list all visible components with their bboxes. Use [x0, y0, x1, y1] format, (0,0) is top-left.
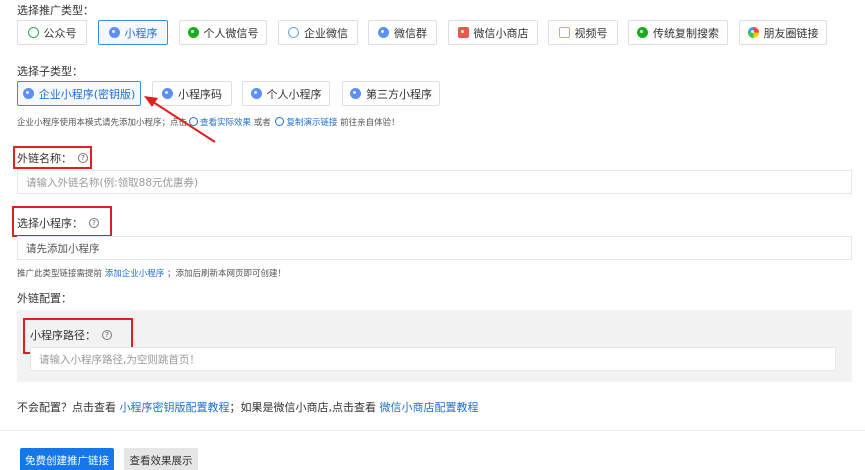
promo-type-label-text: 微信群	[394, 26, 427, 40]
link-config-panel	[17, 310, 852, 382]
channels-icon	[558, 27, 570, 38]
sub-type-thirdparty[interactable]: 第三方小程序	[342, 81, 440, 106]
sub-type-label: 选择子类型：	[17, 65, 83, 78]
view-effect-link[interactable]: 查看实际效果	[200, 118, 251, 128]
add-enterprise-miniprogram-link[interactable]: 添加企业小程序	[105, 269, 165, 279]
path-input[interactable]: 请输入小程序路径,为空则跳首页！	[30, 347, 836, 371]
wechat-icon	[187, 27, 199, 38]
promo-type-personal-wechat[interactable]: 个人微信号	[179, 20, 267, 45]
promo-type-moments[interactable]: 朋友圈链接	[739, 20, 827, 45]
promo-type-label-text: 传统复制搜索	[653, 26, 719, 40]
promo-type-label-text: 微信小商店	[473, 26, 529, 40]
link-config-label: 外链配置：	[17, 292, 72, 305]
promo-type-wechat-group[interactable]: 微信群	[368, 20, 437, 45]
miniprogram-icon	[162, 88, 173, 99]
sub-type-label-text: 个人小程序	[266, 87, 322, 101]
promo-type-work-wechat[interactable]: 企业微信	[278, 20, 358, 45]
cloud-icon	[27, 27, 39, 38]
sub-type-qrcode[interactable]: 小程序码	[152, 81, 232, 106]
promo-type-label-text: 小程序	[124, 26, 158, 40]
promo-type-wechat-shop[interactable]: 微信小商店	[448, 20, 538, 45]
sub-type-personal[interactable]: 个人小程序	[242, 81, 330, 106]
mini-program-hint: 推广此类型链接需提前 添加企业小程序 ；添加后刷新本网页即可创建！	[17, 269, 286, 279]
link-name-input[interactable]: 请输入外链名称(例:领取88元优惠券)	[17, 170, 852, 194]
link-icon	[275, 117, 285, 126]
shop-config-tutorial-link[interactable]: 微信小商店配置教程	[380, 401, 479, 414]
moments-icon	[747, 27, 759, 38]
miniprogram-icon	[250, 88, 262, 99]
work-wechat-icon	[288, 27, 299, 38]
promo-type-label-text: 个人微信号	[203, 26, 259, 40]
promo-type-label-text: 企业微信	[304, 26, 348, 40]
annotation-box-link-name	[13, 146, 92, 169]
shop-icon	[457, 27, 469, 38]
promo-type-gongzhonghao[interactable]: 公众号	[17, 20, 87, 45]
sub-type-label-text: 企业小程序(密钥版)	[38, 87, 136, 101]
promo-type-miniprogram[interactable]: 小程序	[98, 20, 168, 45]
key-config-tutorial-link[interactable]: 小程序密钥版配置教程	[120, 401, 230, 414]
divider	[0, 430, 865, 431]
config-help-text: 不会配置？点击查看 小程序密钥版配置教程；如果是微信小商店,点击查看 微信小商店…	[17, 401, 479, 414]
promo-type-label-text: 朋友圈链接	[763, 26, 819, 40]
promo-type-channels[interactable]: 视频号	[548, 20, 618, 45]
preview-button[interactable]: 查看效果展示	[124, 448, 198, 470]
copy-demo-link[interactable]: 复制演示链接	[286, 118, 337, 128]
play-icon	[189, 117, 199, 126]
sub-type-label-text: 第三方小程序	[366, 87, 432, 101]
promo-type-label-text: 公众号	[43, 26, 77, 40]
create-link-button[interactable]: 免费创建推广链接	[20, 448, 114, 470]
miniprogram-icon	[22, 88, 34, 99]
sub-type-enterprise-key[interactable]: 企业小程序(密钥版)	[17, 81, 141, 106]
miniprogram-icon	[108, 27, 120, 38]
mini-program-select[interactable]: 请先添加小程序	[17, 236, 852, 260]
sub-type-label-text: 小程序码	[178, 87, 222, 101]
miniprogram-icon	[350, 88, 361, 99]
group-icon	[378, 27, 389, 38]
promo-type-label-text: 视频号	[574, 26, 608, 40]
sub-type-hint: 企业小程序使用本模式请先添加小程序；点击 查看实际效果 或者 复制演示链接 前往亲…	[17, 117, 400, 128]
promo-type-label: 选择推广类型：	[17, 4, 94, 17]
wechat-icon	[637, 27, 648, 38]
promo-type-copy-search[interactable]: 传统复制搜索	[628, 20, 728, 45]
annotation-box-mini-program	[12, 206, 112, 237]
